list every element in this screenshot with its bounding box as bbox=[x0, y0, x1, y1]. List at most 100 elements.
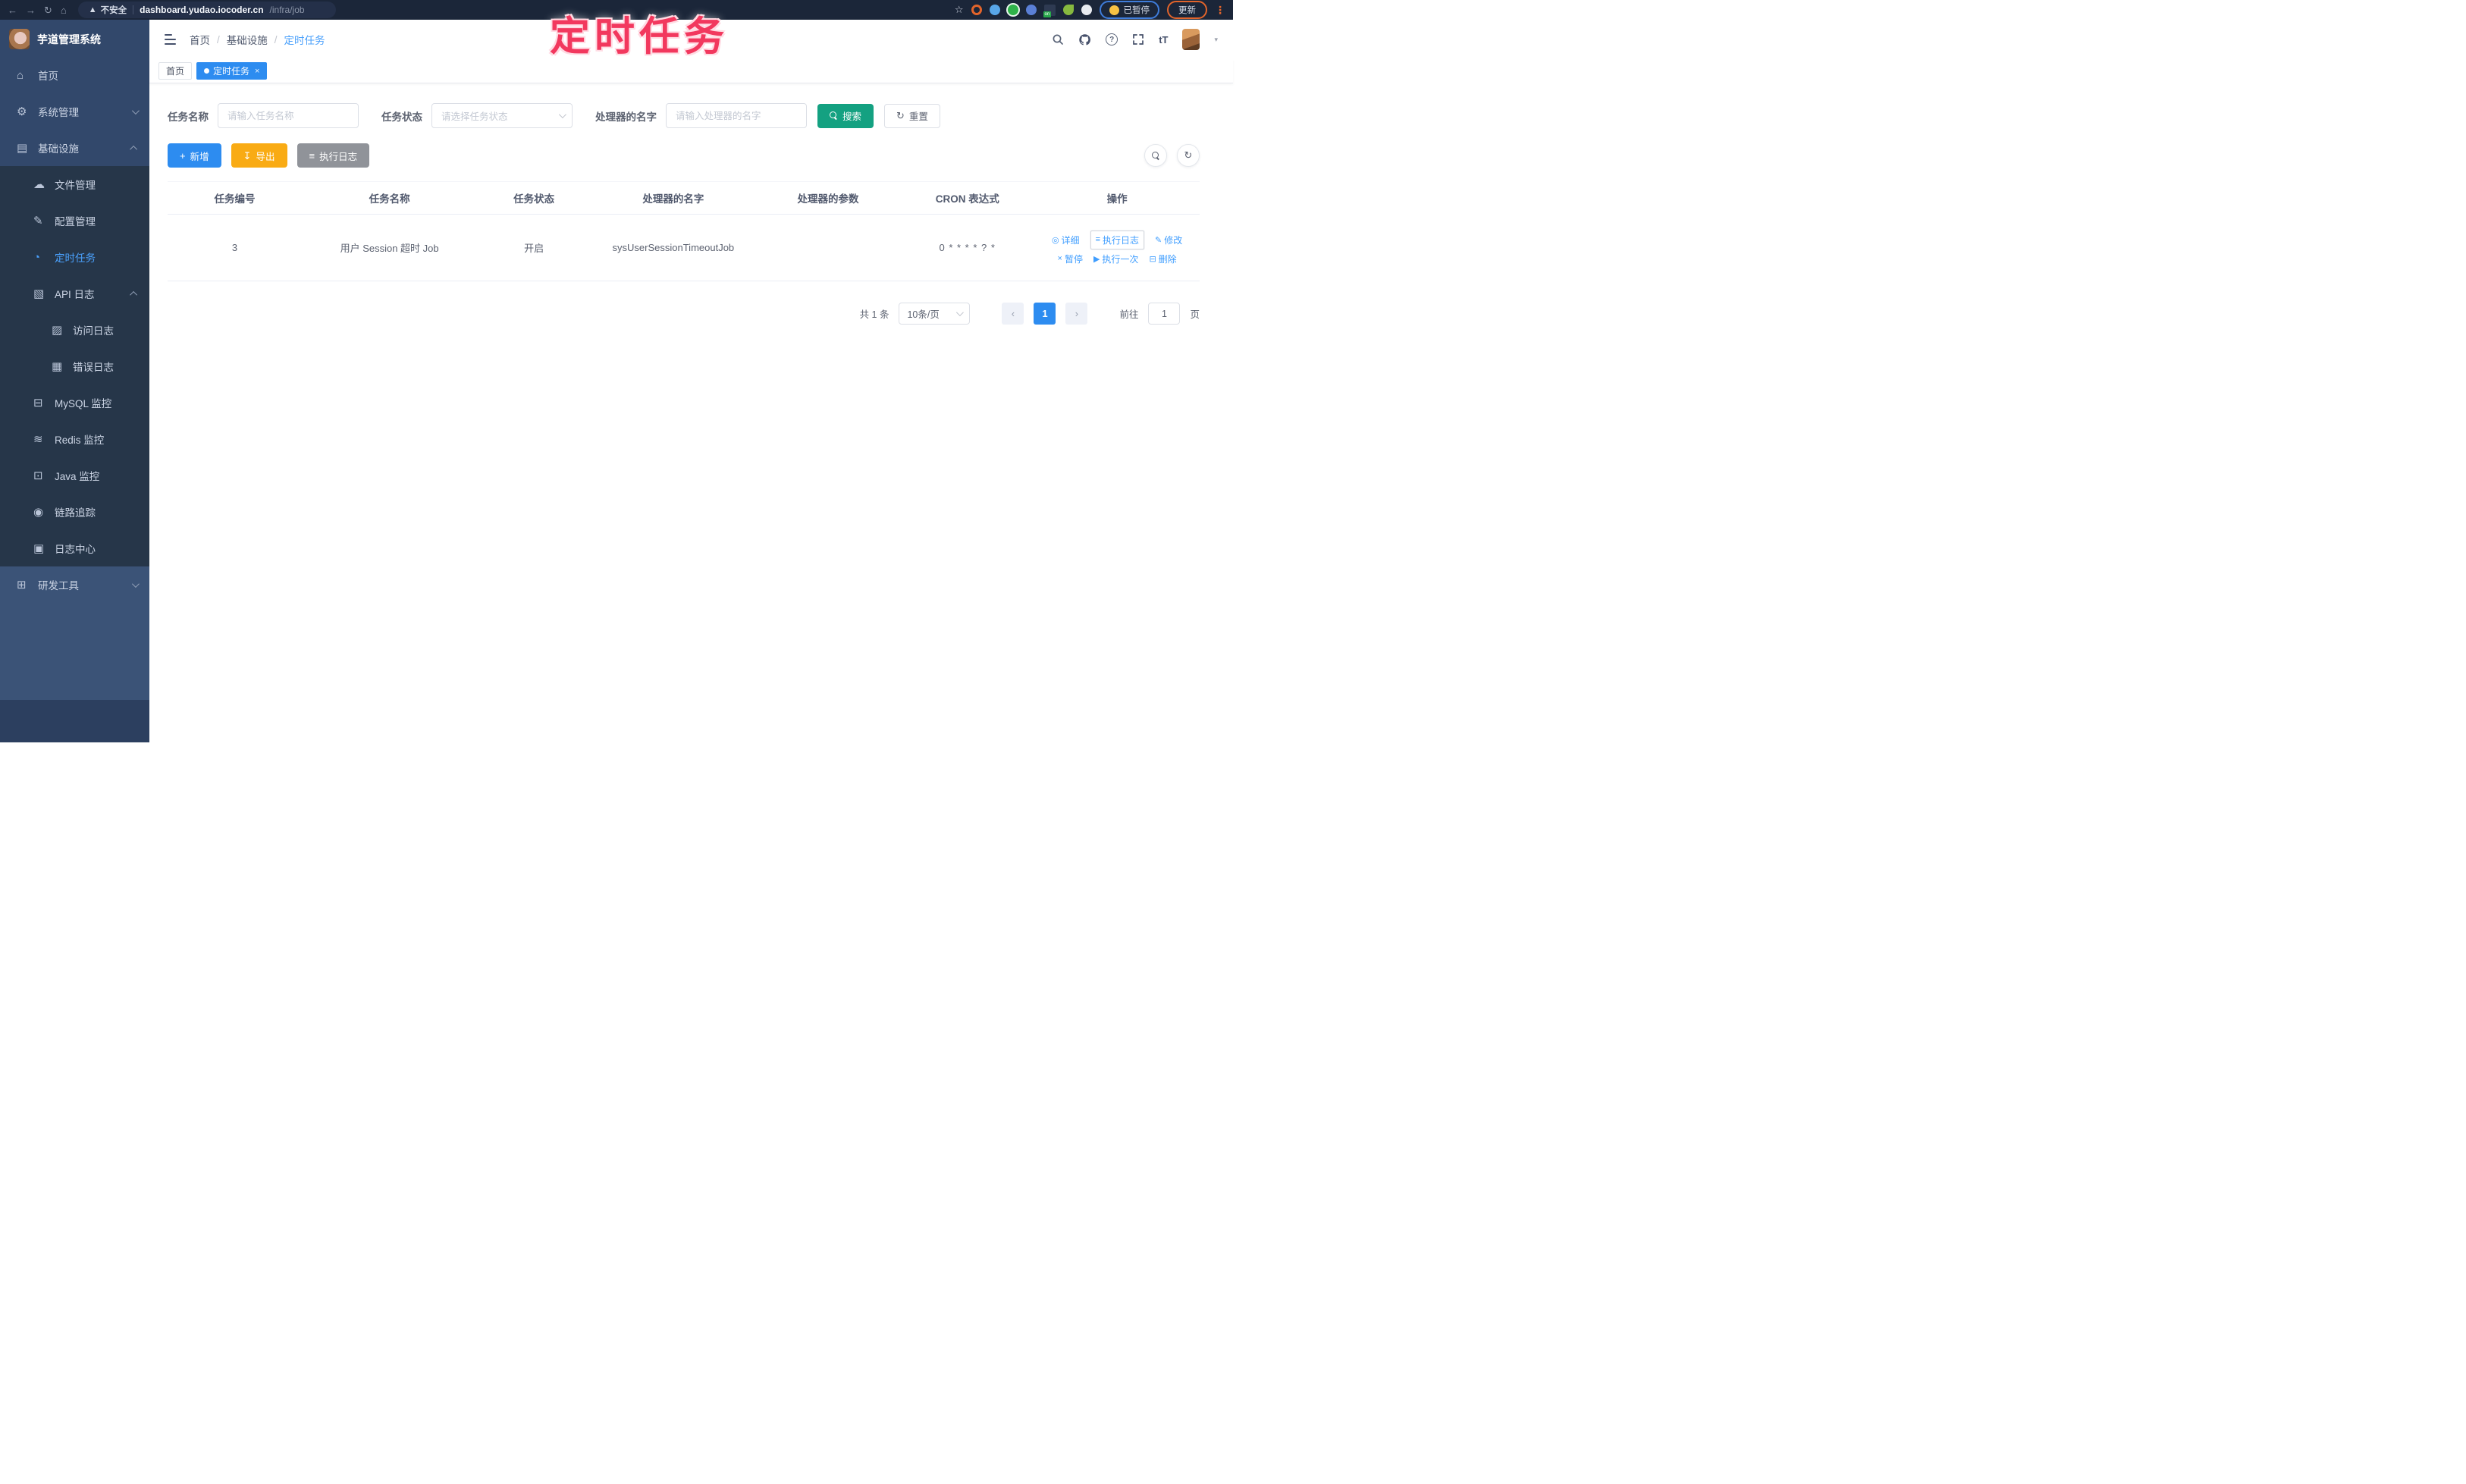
sidebar-item-label: MySQL 监控 bbox=[55, 398, 112, 409]
prev-page-button[interactable]: ‹ bbox=[1002, 303, 1024, 325]
sidebar-item-error-log[interactable]: ▦ 错误日志 bbox=[0, 348, 149, 384]
extension-blue-icon[interactable] bbox=[1025, 5, 1037, 15]
breadcrumb-home[interactable]: 首页 bbox=[190, 32, 210, 47]
current-page-button[interactable]: 1 bbox=[1034, 303, 1056, 325]
edit-link[interactable]: ✎ 修改 bbox=[1155, 234, 1182, 246]
tab-home[interactable]: 首页 bbox=[158, 62, 193, 80]
log-list-icon: ≡ bbox=[309, 149, 315, 162]
pause-link[interactable]: × 暂停 bbox=[1058, 253, 1083, 265]
handler-name-input[interactable] bbox=[666, 103, 807, 128]
delete-link[interactable]: ⊟ 删除 bbox=[1149, 253, 1176, 265]
sidebar-logo-row[interactable]: 芋道管理系统 bbox=[0, 20, 149, 57]
page-size-select[interactable]: 10条/页 bbox=[899, 303, 971, 325]
log-center-icon: ▣ bbox=[33, 542, 45, 555]
address-bar[interactable]: ▲ 不安全 dashboard.yudao.iocoder.cn /infra/… bbox=[77, 2, 336, 18]
tab-label: 首页 bbox=[166, 66, 185, 77]
add-button[interactable]: + 新增 bbox=[168, 143, 221, 168]
cell-job-status: 开启 bbox=[477, 214, 591, 281]
main-area: 首页 / 基础设施 / 定时任务 ? tT ▾ 首页 定时任务 × 任务名称 请… bbox=[149, 20, 1233, 742]
extensions-puzzle-icon[interactable] bbox=[1081, 5, 1092, 15]
toggle-search-button[interactable] bbox=[1144, 144, 1167, 167]
magnifier-icon bbox=[1151, 151, 1160, 160]
job-status-placeholder: 请选择任务状态 bbox=[441, 111, 508, 122]
mysql-monitor-icon: ⊟ bbox=[33, 397, 43, 409]
download-icon: ↧ bbox=[243, 149, 252, 162]
tab-close-icon[interactable]: × bbox=[255, 67, 259, 76]
user-avatar[interactable] bbox=[1182, 29, 1200, 50]
extension-switch-icon[interactable]: on bbox=[1043, 4, 1056, 17]
extension-drop-icon[interactable] bbox=[989, 5, 1000, 15]
security-warning[interactable]: ▲ 不安全 bbox=[89, 4, 127, 16]
sidebar-item-trace[interactable]: ◉ 链路追踪 bbox=[0, 494, 149, 530]
goto-page-input[interactable] bbox=[1148, 303, 1181, 325]
avatar-caret-icon[interactable]: ▾ bbox=[1214, 36, 1218, 44]
sidebar-item-java-monitor[interactable]: ⊡ Java 监控 bbox=[0, 457, 149, 494]
bookmark-star-icon[interactable]: ☆ bbox=[955, 4, 964, 16]
tab-scheduled-jobs[interactable]: 定时任务 × bbox=[196, 62, 268, 80]
font-size-icon[interactable]: tT bbox=[1159, 34, 1168, 45]
exec-log-link[interactable]: ≡ 执行日志 bbox=[1090, 230, 1144, 249]
next-page-button[interactable]: › bbox=[1065, 303, 1088, 325]
reset-button[interactable]: ↻ 重置 bbox=[884, 103, 940, 128]
jobs-table: 任务编号 任务名称 任务状态 处理器的名字 处理器的参数 CRON 表达式 操作… bbox=[168, 181, 1200, 281]
plus-icon: + bbox=[180, 149, 186, 162]
extension-leaf-icon[interactable] bbox=[1062, 5, 1074, 15]
extension-green-icon[interactable] bbox=[1007, 5, 1018, 15]
app-logo bbox=[9, 29, 30, 49]
help-icon[interactable]: ? bbox=[1106, 33, 1118, 45]
refresh-table-button[interactable]: ↻ bbox=[1177, 144, 1200, 167]
sidebar-item-mysql-monitor[interactable]: ⊟ MySQL 监控 bbox=[0, 384, 149, 421]
sidebar-item-label: 定时任务 bbox=[55, 253, 96, 264]
extension-donut-icon[interactable] bbox=[971, 5, 982, 15]
breadcrumb-current[interactable]: 定时任务 bbox=[284, 32, 325, 47]
table-utility-buttons: ↻ bbox=[1144, 144, 1200, 167]
job-name-input[interactable] bbox=[218, 103, 359, 128]
job-status-select[interactable]: 请选择任务状态 bbox=[431, 103, 573, 128]
sidebar-item-home[interactable]: ⌂ 首页 bbox=[0, 57, 149, 93]
warning-triangle-icon: ▲ bbox=[88, 5, 97, 14]
sidebar-item-label: API 日志 bbox=[55, 289, 95, 300]
job-name-label: 任务名称 bbox=[168, 111, 209, 123]
breadcrumb-infrastructure[interactable]: 基础设施 bbox=[227, 32, 268, 47]
sidebar-item-file-management[interactable]: ☁ 文件管理 bbox=[0, 166, 149, 202]
exec-log-button[interactable]: ≡ 执行日志 bbox=[296, 143, 370, 168]
sidebar-footer bbox=[0, 700, 149, 742]
sidebar-item-redis-monitor[interactable]: ≋ Redis 监控 bbox=[0, 421, 149, 457]
table-toolbar: + 新增 ↧ 导出 ≡ 执行日志 ↻ bbox=[168, 143, 1200, 168]
pause-x-icon: × bbox=[1057, 254, 1062, 263]
sidebar-item-system-management[interactable]: ⚙ 系统管理 bbox=[0, 93, 149, 130]
sidebar-item-access-log[interactable]: ▨ 访问日志 bbox=[0, 312, 149, 348]
search-button[interactable]: 搜索 bbox=[817, 103, 874, 128]
sidebar-item-infrastructure[interactable]: ▤ 基础设施 bbox=[0, 130, 149, 166]
run-once-link[interactable]: ▶ 执行一次 bbox=[1093, 253, 1138, 265]
sidebar-item-config-management[interactable]: ✎ 配置管理 bbox=[0, 202, 149, 239]
eye-icon: ◎ bbox=[1051, 235, 1059, 245]
breadcrumb-separator: / bbox=[274, 33, 278, 45]
breadcrumb-separator: / bbox=[217, 33, 220, 45]
browser-profile-chip[interactable]: 已暂停 bbox=[1099, 1, 1159, 19]
export-button[interactable]: ↧ 导出 bbox=[231, 143, 287, 168]
sidebar-collapse-icon[interactable] bbox=[165, 34, 176, 45]
fullscreen-icon[interactable] bbox=[1132, 33, 1144, 45]
browser-update-button[interactable]: 更新 bbox=[1167, 1, 1207, 19]
sidebar-item-log-center[interactable]: ▣ 日志中心 bbox=[0, 530, 149, 566]
browser-menu-icon[interactable]: ⋮ bbox=[1215, 4, 1225, 17]
browser-reload-icon[interactable]: ↻ bbox=[44, 5, 52, 15]
sidebar-item-scheduled-jobs[interactable]: ◔ 定时任务 bbox=[0, 239, 149, 275]
github-icon[interactable] bbox=[1078, 33, 1091, 46]
app-frame: 芋道管理系统 ⌂ 首页 ⚙ 系统管理 ▤ 基础设施 ☁ 文件管理 ✎ 配置管理 bbox=[0, 20, 1233, 742]
sidebar-item-devtools[interactable]: ⊞ 研发工具 bbox=[0, 566, 149, 603]
sidebar-item-api-log[interactable]: ▧ API 日志 bbox=[0, 275, 149, 312]
search-icon[interactable] bbox=[1052, 33, 1064, 45]
file-cloud-icon: ☁ bbox=[33, 178, 45, 191]
chevron-down-icon bbox=[131, 106, 140, 115]
browser-forward-icon[interactable]: → bbox=[26, 5, 36, 15]
overlay-annotation-text: 定时任务 bbox=[550, 14, 729, 59]
cell-job-id: 3 bbox=[168, 214, 302, 281]
table-header-row: 任务编号 任务名称 任务状态 处理器的名字 处理器的参数 CRON 表达式 操作 bbox=[168, 181, 1200, 215]
sidebar-item-label: 链路追踪 bbox=[55, 507, 96, 519]
browser-back-icon[interactable]: ← bbox=[8, 5, 17, 15]
browser-home-icon[interactable]: ⌂ bbox=[61, 5, 67, 15]
sidebar-item-label: 访问日志 bbox=[73, 325, 114, 337]
detail-link[interactable]: ◎ 详细 bbox=[1052, 234, 1080, 246]
